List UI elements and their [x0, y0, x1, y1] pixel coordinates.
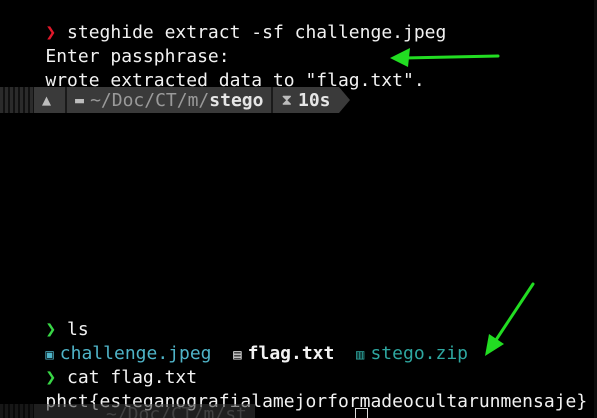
file-name: stego.zip	[370, 343, 469, 364]
command-line-steghide: ❯ steghide extract -sf challenge.jpeg	[2, 0, 446, 43]
arrow-annotation-bottom	[485, 282, 535, 356]
prompt-status-bar: ▲ ▬ ~/Doc/CT/m/stego ⧗ 10s	[0, 87, 350, 113]
os-segment: ▲	[34, 87, 66, 113]
path-segment: ~/Doc/CT/m/st	[34, 404, 255, 418]
terminal-cursor	[355, 408, 368, 418]
archive-file-icon: ▥	[356, 347, 365, 363]
command-line-cat: ❯ cat flag.txt	[2, 342, 197, 388]
flag-output: phct{esteganografialamejorformadeocultar…	[2, 366, 587, 412]
path-current: stego	[209, 89, 264, 111]
list-item: ▥ stego.zip	[356, 343, 468, 364]
ls-output: ▣ challenge.jpeg ▤ flag.txt ▥ stego.zip	[2, 318, 468, 364]
output-line: wrote extracted data to "flag.txt".	[2, 45, 424, 91]
path-segment: ▬ ~/Doc/CT/m/stego	[67, 87, 272, 113]
segment-end-arrow	[338, 87, 350, 113]
hourglass-icon: ⧗	[281, 91, 292, 109]
file-name: flag.txt	[247, 343, 335, 364]
path-prefix: ~/Doc/CT/m/	[90, 89, 210, 111]
command-line-ls: ❯ ls	[2, 294, 88, 340]
prompt-bar-lead	[0, 87, 34, 113]
output-line: Enter passphrase:	[2, 21, 229, 67]
text-file-icon: ▤	[233, 347, 242, 363]
prompt-bar-lead	[0, 404, 34, 418]
folder-icon: ▬	[75, 91, 85, 109]
terminal-window[interactable]: ❯ steghide extract -sf challenge.jpeg En…	[0, 0, 597, 418]
linux-icon: ▲	[42, 91, 52, 109]
duration-segment: ⧗ 10s	[273, 87, 339, 113]
next-prompt-bar: ~/Doc/CT/m/st	[0, 404, 255, 418]
duration-value: 10s	[298, 89, 331, 111]
list-item: ▤ flag.txt	[233, 343, 334, 364]
path-partial: ~/Doc/CT/m/st	[106, 403, 247, 418]
